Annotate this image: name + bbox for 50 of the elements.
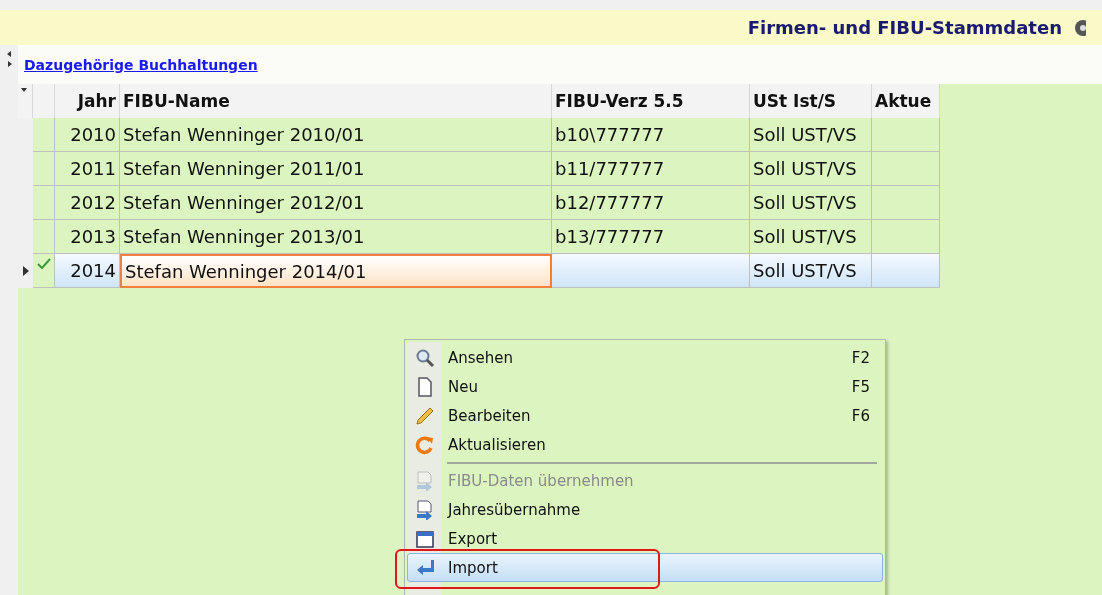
table-cell xyxy=(872,152,940,186)
menu-item[interactable]: Jahresübernahme xyxy=(407,495,883,524)
page-icon xyxy=(417,376,433,397)
table-cell xyxy=(872,186,940,220)
document-arrow-icon xyxy=(415,499,435,520)
column-header[interactable]: Aktue xyxy=(872,84,940,118)
table-cell: 2014 xyxy=(55,254,120,288)
column-header[interactable]: FIBU-Verz 5.5 xyxy=(552,84,750,118)
table-cell: 2013 xyxy=(55,220,120,254)
menu-item[interactable]: Bearbeiten F6 xyxy=(407,401,883,430)
table-cell: Soll UST/VS xyxy=(750,220,872,254)
column-header[interactable]: USt Ist/S xyxy=(750,84,872,118)
expand-right-icon[interactable] xyxy=(6,61,12,67)
arrow-icon xyxy=(415,557,435,578)
table-cell: Soll UST/VS xyxy=(750,186,872,220)
table-cell: b10\777777 xyxy=(552,118,750,152)
checkmark-icon xyxy=(36,258,51,269)
table-cell: Soll UST/VS xyxy=(750,152,872,186)
pencil-icon xyxy=(415,405,435,426)
window-icon xyxy=(415,528,435,549)
search-icon xyxy=(415,347,435,368)
sort-icon xyxy=(21,88,27,92)
table-cell: 2010 xyxy=(55,118,120,152)
table-cell: b11/777777 xyxy=(552,152,750,186)
document-arrow-icon xyxy=(415,470,435,491)
table-cell: Stefan Wenninger 2012/01 xyxy=(120,186,552,220)
section-link[interactable]: Dazugehörige Buchhaltungen xyxy=(24,56,258,73)
table-cell: Stefan Wenninger 2011/01 xyxy=(120,152,552,186)
table-cell xyxy=(872,118,940,152)
table-cell: Soll UST/VS xyxy=(750,118,872,152)
page-title: Firmen- und FIBU-Stammdaten xyxy=(747,17,1062,38)
menu-item[interactable]: Neu F5 xyxy=(407,372,883,401)
table-cell: 2012 xyxy=(55,186,120,220)
table-cell: 2011 xyxy=(55,152,120,186)
table-cell: Stefan Wenninger 2010/01 xyxy=(120,118,552,152)
menu-item[interactable]: Export xyxy=(407,524,883,553)
table-cell: b13/777777 xyxy=(552,220,750,254)
column-header[interactable]: FIBU-Name xyxy=(120,84,552,118)
collapse-left-icon[interactable] xyxy=(6,51,12,57)
table-cell xyxy=(872,254,940,288)
menu-item[interactable]: Import xyxy=(407,553,883,582)
table-cell: Stefan Wenninger 2013/01 xyxy=(120,220,552,254)
menu-item[interactable]: Ansehen F2 xyxy=(407,343,883,372)
table-cell: b12/777777 xyxy=(552,186,750,220)
menu-item[interactable]: Aktualisieren xyxy=(407,430,883,459)
refresh-icon xyxy=(415,434,435,455)
table-cell: Stefan Wenninger 2014/01 xyxy=(120,254,552,288)
table-cell xyxy=(872,220,940,254)
table-cell: Soll UST/VS xyxy=(750,254,872,288)
column-header[interactable]: Jahr xyxy=(55,84,120,118)
